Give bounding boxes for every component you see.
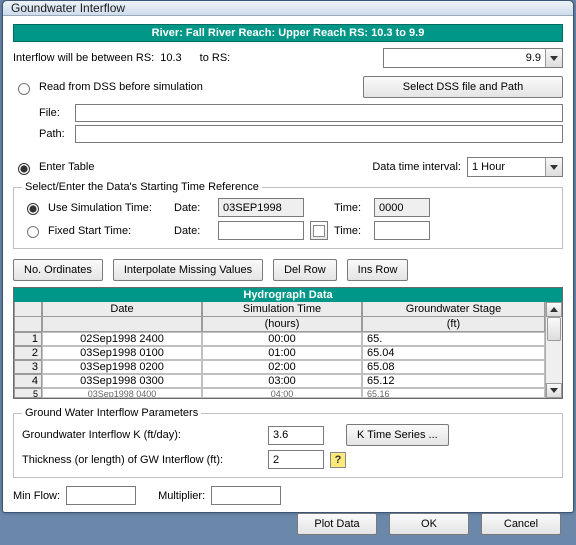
cell-stage[interactable]: 65.04 xyxy=(362,346,545,360)
rs-to-combo[interactable]: 9.9 xyxy=(383,48,563,68)
cell-date[interactable]: 02Sep1998 2400 xyxy=(42,332,202,346)
hydrograph-table: Hydrograph Data Date Simulation Time Gro… xyxy=(13,287,563,399)
del-row-button[interactable]: Del Row xyxy=(273,259,337,281)
no-ordinates-button[interactable]: No. Ordinates xyxy=(13,259,103,281)
row-num: 1 xyxy=(14,332,42,346)
interval-value: 1 Hour xyxy=(468,161,545,173)
vertical-scrollbar[interactable] xyxy=(545,302,562,398)
cell-stage[interactable]: 65.16 xyxy=(362,388,545,398)
cell-date[interactable]: 03Sep1998 0200 xyxy=(42,360,202,374)
plot-data-button[interactable]: Plot Data xyxy=(297,513,377,535)
interflow-rs-from: 10.3 xyxy=(160,52,181,64)
ins-row-button[interactable]: Ins Row xyxy=(347,259,409,281)
k-label: Groundwater Interflow K (ft/day): xyxy=(22,429,262,441)
min-flow-label: Min Flow: xyxy=(13,490,60,502)
cell-sim[interactable]: 00:00 xyxy=(202,332,362,346)
sim-time-field xyxy=(374,198,430,217)
dss-path-field[interactable] xyxy=(75,125,563,143)
col-simtime: Simulation Time xyxy=(202,302,362,317)
time-reference-group: Select/Enter the Data's Starting Time Re… xyxy=(13,181,563,249)
path-label: Path: xyxy=(39,128,69,140)
multiplier-label: Multiplier: xyxy=(158,490,205,502)
fixed-start-label: Fixed Start Time: xyxy=(48,225,168,237)
gw-interflow-params-group: Ground Water Interflow Parameters Ground… xyxy=(13,407,563,478)
radio-fixed-start[interactable] xyxy=(27,226,39,238)
file-label: File: xyxy=(39,107,69,119)
col-stage: Groundwater Stage xyxy=(362,302,545,317)
cell-sim[interactable]: 03:00 xyxy=(202,374,362,388)
row-num: 3 xyxy=(14,360,42,374)
enter-table-label: Enter Table xyxy=(39,161,94,173)
row-num: 4 xyxy=(14,374,42,388)
read-dss-label: Read from DSS before simulation xyxy=(39,81,203,93)
chevron-down-icon[interactable] xyxy=(545,49,562,67)
date-label-2: Date: xyxy=(174,225,212,237)
chevron-down-icon[interactable] xyxy=(545,158,562,176)
cell-date[interactable]: 03Sep1998 0300 xyxy=(42,374,202,388)
ok-button[interactable]: OK xyxy=(389,513,469,535)
sim-date-field xyxy=(218,198,304,217)
select-dss-button[interactable]: Select DSS file and Path xyxy=(363,76,563,98)
interflow-label-pre: Interflow will be between RS: xyxy=(13,52,154,64)
window-title: Goundwater Interflow xyxy=(11,1,125,15)
interpolate-button[interactable]: Interpolate Missing Values xyxy=(113,259,263,281)
time-label-2: Time: xyxy=(334,225,368,237)
scroll-up-icon[interactable] xyxy=(546,302,562,317)
date-label-1: Date: xyxy=(174,202,212,214)
thickness-label: Thickness (or length) of GW Interflow (f… xyxy=(22,454,262,466)
row-num: 5 xyxy=(14,388,42,398)
dss-file-field[interactable] xyxy=(75,104,563,122)
cancel-button[interactable]: Cancel xyxy=(481,513,561,535)
k-time-series-button[interactable]: K Time Series ... xyxy=(346,424,449,446)
k-field[interactable] xyxy=(268,426,324,445)
fixed-date-field[interactable] xyxy=(218,221,304,240)
unit-date xyxy=(42,317,202,332)
unit-simtime: (hours) xyxy=(202,317,362,332)
cell-date[interactable]: 03Sep1998 0400 xyxy=(42,388,202,398)
interval-combo[interactable]: 1 Hour xyxy=(467,157,563,177)
cell-stage[interactable]: 65. xyxy=(362,332,545,346)
col-date: Date xyxy=(42,302,202,317)
interflow-label-mid: to RS: xyxy=(200,52,231,64)
fixed-time-field[interactable] xyxy=(374,221,430,240)
interval-label: Data time interval: xyxy=(372,161,461,173)
table-title: Hydrograph Data xyxy=(14,288,562,302)
calendar-icon[interactable] xyxy=(310,221,328,240)
thickness-field[interactable] xyxy=(268,450,324,469)
gw-params-legend: Ground Water Interflow Parameters xyxy=(22,407,201,419)
row-num: 2 xyxy=(14,346,42,360)
multiplier-field[interactable] xyxy=(211,486,281,505)
help-icon[interactable]: ? xyxy=(330,452,346,468)
cell-date[interactable]: 03Sep1998 0100 xyxy=(42,346,202,360)
river-reach-banner: River: Fall River Reach: Upper Reach RS:… xyxy=(13,24,563,42)
use-sim-label: Use Simulation Time: xyxy=(48,202,168,214)
cell-sim[interactable]: 01:00 xyxy=(202,346,362,360)
cell-stage[interactable]: 65.08 xyxy=(362,360,545,374)
row-header-blank xyxy=(14,302,42,317)
time-label-1: Time: xyxy=(334,202,368,214)
cell-sim[interactable]: 02:00 xyxy=(202,360,362,374)
rs-to-value: 9.9 xyxy=(384,52,545,64)
radio-read-dss[interactable] xyxy=(18,83,30,95)
min-flow-field[interactable] xyxy=(66,486,136,505)
time-reference-legend: Select/Enter the Data's Starting Time Re… xyxy=(22,181,262,193)
unit-stage: (ft) xyxy=(362,317,545,332)
titlebar[interactable]: Goundwater Interflow xyxy=(3,1,573,16)
cell-sim[interactable]: 04:00 xyxy=(202,388,362,398)
scroll-down-icon[interactable] xyxy=(546,383,562,398)
radio-use-sim-time[interactable] xyxy=(27,203,39,215)
dialog-groundwater-interflow: Goundwater Interflow River: Fall River R… xyxy=(2,0,574,513)
cell-stage[interactable]: 65.12 xyxy=(362,374,545,388)
scroll-thumb[interactable] xyxy=(547,317,561,341)
radio-enter-table[interactable] xyxy=(18,163,30,175)
